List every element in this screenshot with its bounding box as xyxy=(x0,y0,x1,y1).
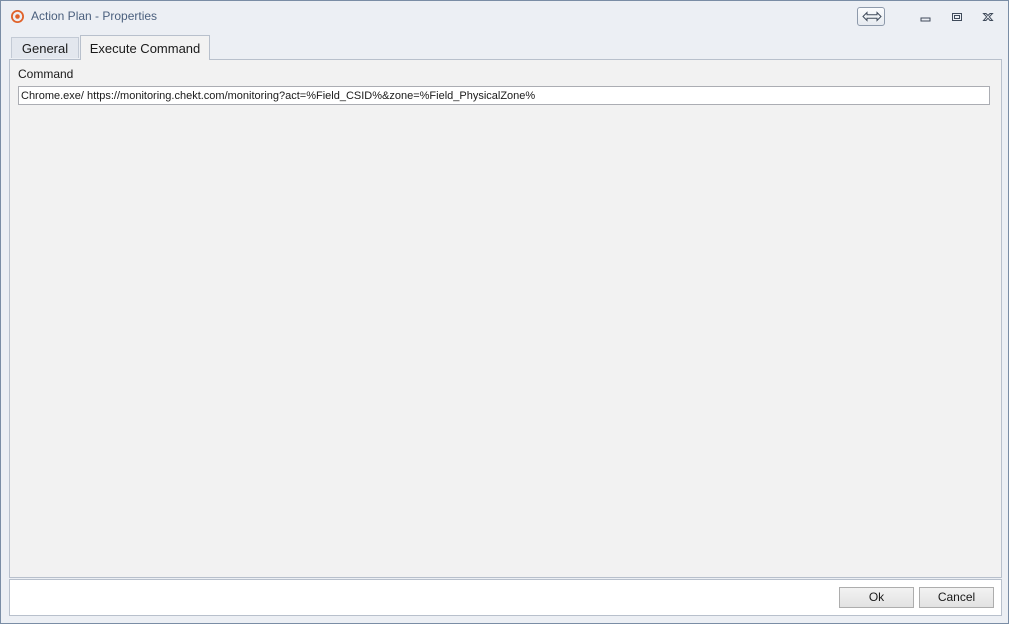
command-label: Command xyxy=(18,67,74,81)
minimize-button[interactable] xyxy=(917,9,933,25)
close-button[interactable] xyxy=(980,9,996,25)
dock-button[interactable] xyxy=(857,7,885,26)
command-input[interactable] xyxy=(18,86,990,105)
tab-general[interactable]: General xyxy=(11,37,79,58)
ok-button[interactable]: Ok xyxy=(839,587,914,608)
properties-window: Action Plan - Properties General Execute… xyxy=(0,0,1009,624)
restore-icon xyxy=(952,13,962,21)
title-bar[interactable]: Action Plan - Properties xyxy=(1,1,1008,31)
execute-command-panel: Command xyxy=(9,59,1002,578)
dock-arrows-icon xyxy=(862,11,882,22)
minimize-icon xyxy=(920,17,931,22)
dialog-content: General Execute Command Command xyxy=(9,31,1002,579)
window-title: Action Plan - Properties xyxy=(31,9,158,23)
close-icon xyxy=(982,13,994,21)
tab-execute-command[interactable]: Execute Command xyxy=(80,35,210,60)
cancel-button[interactable]: Cancel xyxy=(919,587,994,608)
target-logo-icon xyxy=(11,10,24,23)
tab-strip: General Execute Command xyxy=(9,35,1002,60)
dialog-footer: Ok Cancel xyxy=(9,579,1002,616)
restore-button[interactable] xyxy=(949,9,965,25)
